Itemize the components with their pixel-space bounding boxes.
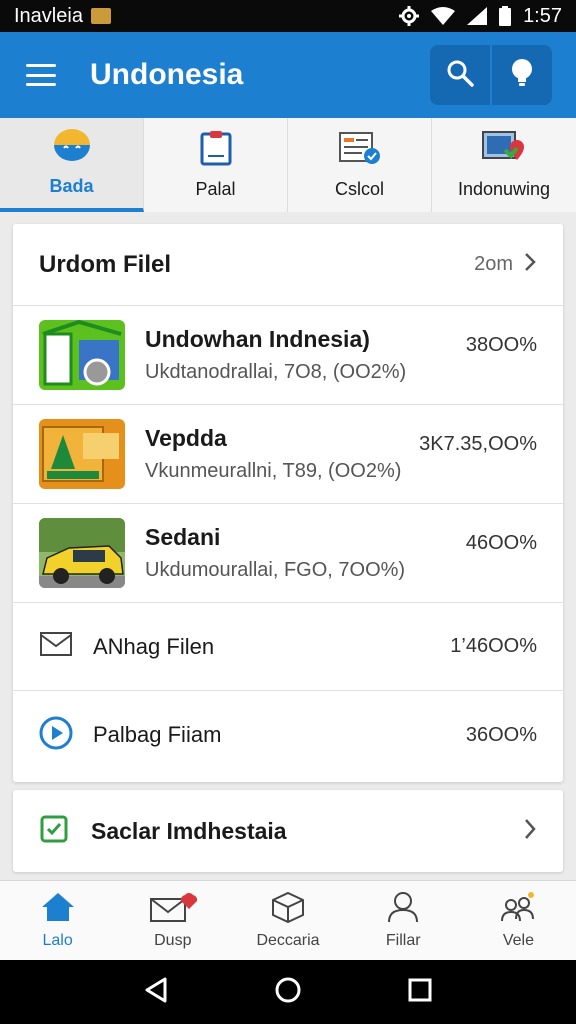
tab-label: Palal [195,179,236,199]
row-title: Palbag Fiiam [93,722,222,747]
check-square-icon [39,814,69,849]
list-item[interactable]: ANhag Filen 1’46OO% [13,603,563,691]
box-icon [271,891,305,928]
tab-palal[interactable]: Palal [144,118,288,212]
nav-item-dusp[interactable]: Dusp [115,881,230,960]
row-text: Palbag Fiiam [93,722,466,748]
home-icon [40,891,76,928]
bottom-navigation: Lalo Dusp Deccaria Fillar Vele [0,880,576,960]
row-subtitle: Ukdtanodrallai, 7O8, (OO2%) [145,361,407,383]
back-icon[interactable] [143,976,169,1009]
status-bar: Inavleia 1:57 [0,0,576,32]
tab-label: Cslcol [334,179,384,199]
nav-label: Dusp [154,932,192,949]
map-pin-icon [481,130,527,171]
app-thumbnail-orange [39,419,125,489]
card-title: Urdom Filel [39,250,172,278]
envelope-heart-icon [147,891,199,928]
chevron-right-icon [523,252,537,278]
app-bar: Undonesia [0,32,576,118]
home-circle-icon[interactable] [274,976,302,1009]
row-value: 36OO% [465,723,537,746]
list-item[interactable]: Palbag Fiiam 36OO% [13,691,563,779]
gear-icon [399,6,420,26]
row-title: ANhag Filen [93,633,215,659]
app-thumbnail-green [39,320,125,390]
signal-icon [467,7,488,25]
row-value: 46OO% [465,532,537,554]
chevron-right-icon [523,818,537,845]
row-title: Vepdda [145,425,227,451]
list-item[interactable]: Vepdda Vkunmeurallni, T89, (OO2%) 3K7.35… [13,405,563,504]
row-value: 1’46OO% [450,635,537,657]
nav-label: Lalo [42,932,73,949]
taxi-photo-thumbnail [39,518,125,588]
tab-indonuwing[interactable]: Indonuwing [432,118,576,212]
tab-cslcol[interactable]: Cslcol [288,118,432,212]
nav-label: Deccaria [256,932,320,949]
app-actions [430,45,552,105]
row-subtitle: Vkunmeurallni, T89, (OO2%) [145,460,402,482]
battery-icon [499,6,512,26]
row-text: Undowhan Indnesia) Ukdtanodrallai, 7O8, … [145,326,466,384]
menu-icon[interactable] [24,61,58,89]
nav-label: Fillar [385,932,421,949]
tab-label: Bada [49,176,94,196]
nav-item-deccaria[interactable]: Deccaria [230,881,345,960]
card-header[interactable]: Urdom Filel 2om [13,224,563,306]
nav-label: Vele [502,932,534,949]
face-icon [52,129,92,168]
clipboard-icon [199,130,233,171]
play-circle-icon [39,716,73,755]
notification-badge-icon [90,8,111,24]
lightbulb-icon [510,58,534,93]
tab-label: Indonuwing [457,179,551,199]
row-value: 38OO% [465,334,537,356]
tab-bada[interactable]: Bada [0,118,144,212]
status-left: Inavleia [14,5,111,28]
clock: 1:57 [523,4,562,27]
card-header-meta: 2om [474,252,537,278]
header-value: 2om [474,253,513,275]
file-list-card: Urdom Filel 2om Undowhan Indnesia) Ukdta… [13,224,563,782]
list-item[interactable]: Sedani Ukdumourallai, FGO, 7OO%) 46OO% [13,504,563,603]
system-navigation-bar [0,960,576,1024]
recents-icon[interactable] [407,977,433,1008]
status-right: 1:57 [399,5,562,28]
checklist-icon [338,130,382,171]
list-item[interactable]: Undowhan Indnesia) Ukdtanodrallai, 7O8, … [13,306,563,405]
app-title: Undonesia [90,58,244,91]
wifi-icon [431,7,456,25]
row-value: 3K7.35,OO% [419,433,537,455]
row-subtitle: Ukdumourallai, FGO, 7OO%) [145,559,406,581]
category-tabs: Bada Palal Cslcol Indonuwing [0,118,576,212]
row-title: Sedani [145,524,221,550]
row-title: Undowhan Indnesia) [145,326,370,352]
bottom-card-label: Saclar Imdhestaia [91,817,287,844]
bottom-action-card[interactable]: Saclar Imdhestaia [13,790,563,872]
row-text: Vepdda Vkunmeurallni, T89, (OO2%) [145,425,419,483]
person-icon [386,891,420,928]
search-icon [446,59,474,92]
nav-item-vele[interactable]: Vele [461,881,576,960]
row-text: Sedani Ukdumourallai, FGO, 7OO%) [145,524,466,582]
search-button[interactable] [430,45,490,105]
carrier-label: Inavleia [14,4,83,27]
row-text: ANhag Filen [93,634,450,660]
nav-item-lalo[interactable]: Lalo [0,881,115,960]
lightbulb-button[interactable] [492,45,552,105]
people-icon [499,891,537,928]
nav-item-fillar[interactable]: Fillar [346,881,461,960]
mail-icon [39,630,73,663]
